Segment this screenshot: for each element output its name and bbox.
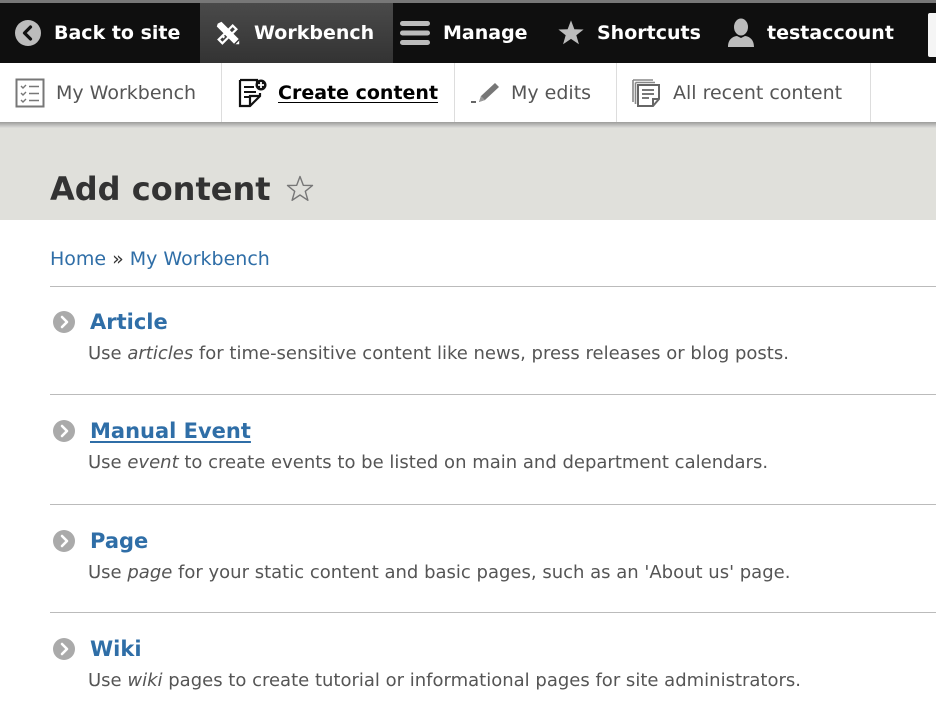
chevron-right-circle-icon: [52, 419, 76, 443]
content-type-description: Use wiki pages to create tutorial or inf…: [88, 670, 936, 691]
shortcuts-label: Shortcuts: [597, 22, 701, 44]
divider: [50, 394, 936, 395]
orientation-toggle[interactable]: [928, 13, 936, 57]
desc-text: to create events to be listed on main an…: [178, 452, 769, 473]
content-type-wiki-link[interactable]: Wiki: [90, 637, 142, 661]
desc-emphasis: wiki: [127, 670, 163, 691]
desc-emphasis: event: [127, 452, 179, 473]
breadcrumb-my-workbench-link[interactable]: My Workbench: [130, 248, 270, 270]
checklist-icon: [14, 77, 46, 109]
desc-text: Use: [88, 343, 128, 364]
content-type-page-link[interactable]: Page: [90, 529, 148, 553]
chevron-right-circle-icon: [52, 310, 76, 334]
content-type-description: Use page for your static content and bas…: [88, 562, 936, 583]
workbench-tray: My Workbench Create content My edits All…: [0, 63, 936, 123]
divider: [50, 504, 936, 505]
content-type-description: Use articles for time-sensitive content …: [88, 343, 936, 364]
hamburger-menu-icon: [399, 19, 431, 47]
workbench-tab[interactable]: Workbench: [200, 3, 393, 63]
back-to-site-label: Back to site: [54, 22, 181, 44]
username-label: testaccount: [767, 22, 894, 44]
content-type-item: Page Use page for your static content an…: [50, 529, 936, 583]
desc-text: Use: [88, 562, 128, 583]
tray-item-create-content[interactable]: Create content: [222, 63, 455, 123]
create-content-icon: [236, 77, 268, 109]
desc-emphasis: page: [127, 562, 173, 583]
star-icon: [557, 19, 585, 47]
back-arrow-icon: [14, 19, 42, 47]
divider: [50, 286, 936, 287]
divider: [50, 612, 936, 613]
page-title-text: Add content: [50, 170, 271, 208]
user-icon: [727, 18, 755, 47]
desc-text: Use: [88, 452, 128, 473]
breadcrumb-separator: »: [112, 248, 124, 270]
manage-label: Manage: [443, 22, 528, 44]
tray-item-label: My edits: [511, 82, 592, 104]
content-type-item: Article Use articles for time-sensitive …: [50, 310, 936, 364]
page-header: Add content: [0, 128, 936, 220]
desc-text: for time-sensitive content like news, pr…: [193, 343, 789, 364]
breadcrumb-home-link[interactable]: Home: [50, 248, 106, 270]
tray-item-my-edits[interactable]: My edits: [455, 63, 617, 123]
documents-stack-icon: [631, 77, 663, 109]
workbench-label: Workbench: [254, 22, 375, 44]
desc-text: for your static content and basic pages,…: [172, 562, 791, 583]
tray-item-label: All recent content: [673, 82, 843, 104]
star-outline-icon[interactable]: [285, 174, 315, 204]
tray-item-all-recent-content[interactable]: All recent content: [617, 63, 871, 123]
user-account-tab[interactable]: testaccount: [713, 3, 930, 63]
content-type-description: Use event to create events to be listed …: [88, 452, 936, 473]
breadcrumb: Home » My Workbench: [50, 248, 270, 270]
desc-text: Use: [88, 670, 128, 691]
content-type-article-link[interactable]: Article: [90, 310, 168, 334]
manage-tab[interactable]: Manage: [393, 3, 543, 63]
content-type-item: Wiki Use wiki pages to create tutorial o…: [50, 637, 936, 691]
content-type-item: Manual Event Use event to create events …: [50, 419, 936, 473]
chevron-right-circle-icon: [52, 637, 76, 661]
back-to-site-link[interactable]: Back to site: [0, 3, 200, 63]
tray-item-my-workbench[interactable]: My Workbench: [0, 63, 222, 123]
desc-emphasis: articles: [127, 343, 194, 364]
shortcuts-tab[interactable]: Shortcuts: [543, 3, 713, 63]
admin-toolbar: Back to site Workbench Manage Shortcuts: [0, 0, 936, 63]
desc-text: pages to create tutorial or informationa…: [162, 670, 802, 691]
content-type-manual-event-link[interactable]: Manual Event: [90, 419, 251, 443]
ruler-pencil-icon: [214, 19, 242, 47]
tray-item-label: My Workbench: [56, 82, 197, 104]
tray-item-label: Create content: [278, 82, 439, 104]
chevron-right-circle-icon: [52, 529, 76, 553]
page-title: Add content: [50, 170, 315, 208]
pencil-icon: [469, 77, 501, 109]
